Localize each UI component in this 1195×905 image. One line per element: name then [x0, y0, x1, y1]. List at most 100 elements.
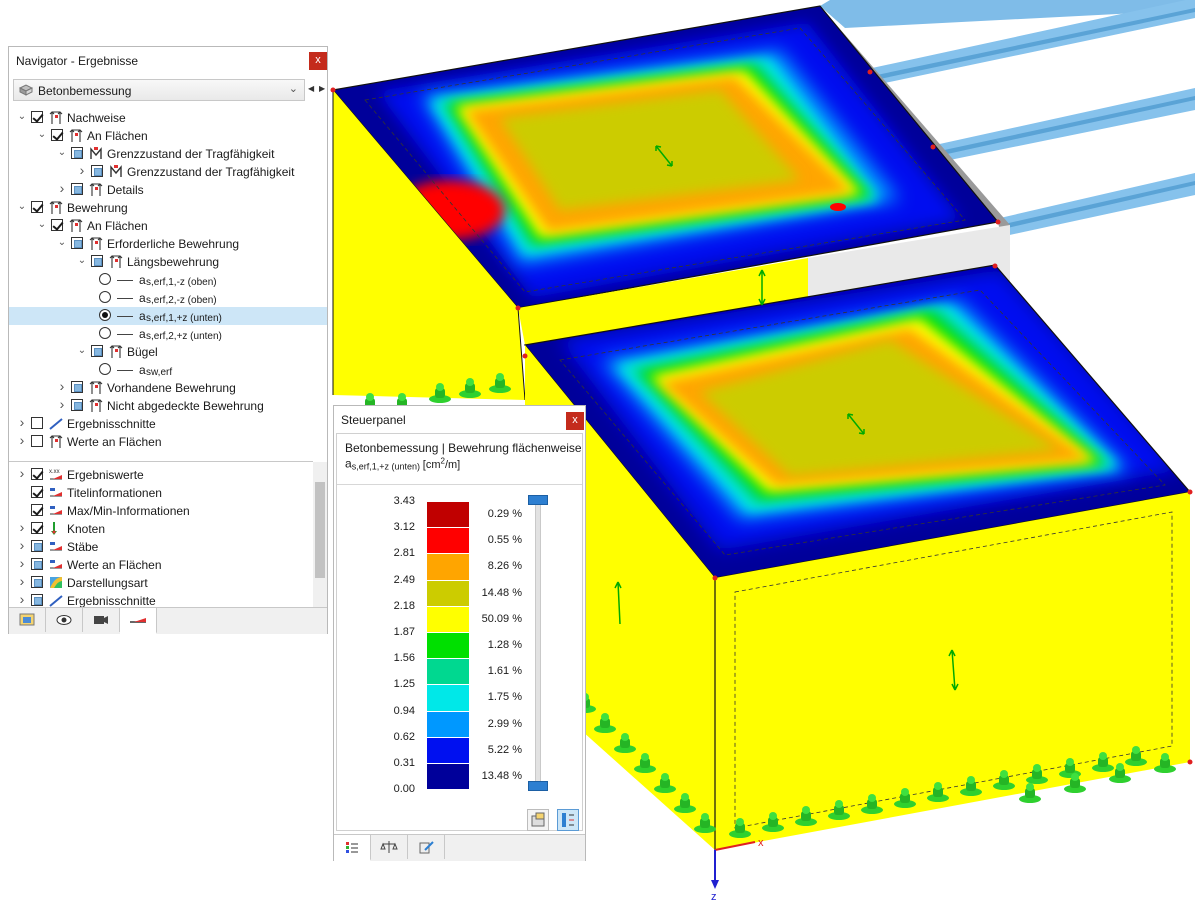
tree-item[interactable]: ⌄ Nachweise: [9, 109, 327, 127]
expand-right-icon[interactable]: ›: [17, 573, 27, 589]
expand-right-icon[interactable]: ›: [57, 396, 67, 412]
tree-checkbox[interactable]: [51, 129, 63, 141]
tree-checkbox[interactable]: [31, 576, 43, 588]
tree-checkbox[interactable]: [51, 219, 63, 231]
expand-right-icon[interactable]: ›: [17, 537, 27, 553]
tree-item[interactable]: ⌄ Erforderliche Bewehrung: [9, 235, 327, 253]
tree-checkbox[interactable]: [31, 540, 43, 552]
tree-checkbox[interactable]: [31, 558, 43, 570]
legend-slider-min-handle[interactable]: [528, 781, 548, 791]
tree-checkbox[interactable]: [71, 381, 83, 393]
expand-down-icon[interactable]: ⌄: [77, 345, 87, 356]
expand-down-icon[interactable]: ⌄: [37, 129, 47, 140]
tree-item[interactable]: › Vorhandene Bewehrung: [9, 378, 327, 397]
tree-item[interactable]: › x.xx Ergebniswerte: [9, 465, 313, 484]
legend-percent: 14.48 %: [481, 586, 522, 599]
tree-item[interactable]: › Stäbe: [9, 537, 313, 556]
expand-down-icon[interactable]: ⌄: [57, 237, 67, 248]
tree-checkbox[interactable]: [91, 165, 103, 177]
expand-right-icon[interactable]: ›: [57, 180, 67, 196]
legend-slider-max-handle[interactable]: [528, 495, 548, 505]
line-style-icon: [117, 316, 133, 317]
tree-checkbox[interactable]: [71, 183, 83, 195]
result-radio[interactable]: [99, 327, 111, 339]
tree-checkbox[interactable]: [31, 594, 43, 606]
tree-item[interactable]: › Werte an Flächen: [9, 555, 313, 574]
tree-item[interactable]: ⌄ An Flächen: [9, 217, 327, 235]
result-icon: [109, 255, 123, 268]
expand-right-icon[interactable]: ›: [17, 591, 27, 607]
tab-camera[interactable]: [83, 608, 120, 632]
tab-view[interactable]: [46, 608, 83, 632]
result-icon: [49, 111, 63, 124]
expand-right-icon[interactable]: ›: [77, 162, 87, 178]
expand-down-icon[interactable]: ⌄: [57, 147, 67, 158]
tree-item[interactable]: a s,erf,1,+z (unten): [9, 307, 327, 325]
expand-down-icon[interactable]: ⌄: [17, 111, 27, 122]
tree-checkbox[interactable]: [91, 255, 103, 267]
tree-item[interactable]: › Darstellungsart: [9, 573, 313, 592]
tree-checkbox[interactable]: [31, 468, 43, 480]
display-tree-scrollbar[interactable]: [313, 462, 327, 607]
tree-item[interactable]: Max/Min-Informationen: [9, 502, 313, 520]
tree-checkbox[interactable]: [31, 111, 43, 123]
expand-right-icon[interactable]: ›: [17, 519, 27, 535]
result-radio[interactable]: [99, 273, 111, 285]
tab-results[interactable]: [120, 608, 157, 634]
tree-item[interactable]: ⌄ Bewehrung: [9, 199, 327, 217]
tree-item[interactable]: › Ergebnisschnitte: [9, 414, 327, 433]
tree-item[interactable]: › Knoten: [9, 519, 313, 538]
tree-item-label: Max/Min-Informationen: [67, 504, 190, 518]
tree-checkbox[interactable]: [31, 417, 43, 429]
tree-checkbox[interactable]: [31, 435, 43, 447]
tab-data[interactable]: [9, 608, 46, 632]
tree-checkbox[interactable]: [71, 147, 83, 159]
tree-item[interactable]: ⌄ Längsbewehrung: [9, 253, 327, 271]
prev-arrow-icon[interactable]: ◀: [308, 84, 314, 93]
tree-item[interactable]: › Werte an Flächen: [9, 432, 327, 451]
tree-item[interactable]: a s,erf,2,+z (unten): [9, 325, 327, 343]
expand-right-icon[interactable]: ›: [17, 414, 27, 430]
tree-item[interactable]: › Grenzzustand der Tragfähigkeit: [9, 162, 327, 181]
tree-checkbox[interactable]: [31, 504, 43, 516]
expand-down-icon[interactable]: ⌄: [77, 255, 87, 266]
tree-item[interactable]: › Nicht abgedeckte Bewehrung: [9, 396, 327, 415]
tree-item[interactable]: ⌄ Bügel: [9, 343, 327, 361]
tree-checkbox[interactable]: [91, 345, 103, 357]
tree-item[interactable]: › Ergebnisschnitte: [9, 591, 313, 608]
tree-item[interactable]: Titelinformationen: [9, 484, 313, 502]
tab-color-scale[interactable]: [334, 835, 371, 861]
legend-slider-track[interactable]: [535, 497, 541, 789]
control-panel-close-button[interactable]: x: [566, 412, 584, 430]
expand-down-icon[interactable]: ⌄: [37, 219, 47, 230]
tree-checkbox[interactable]: [31, 522, 43, 534]
module-select[interactable]: Betonbemessung ⌄: [13, 79, 305, 101]
scrollbar-thumb[interactable]: [315, 482, 325, 578]
tree-item[interactable]: a s,erf,2,-z (oben): [9, 289, 327, 307]
result-radio[interactable]: [99, 291, 111, 303]
tree-item[interactable]: ⌄ An Flächen: [9, 127, 327, 145]
tree-item[interactable]: a sw,erf: [9, 361, 327, 379]
next-arrow-icon[interactable]: ▶: [319, 84, 325, 93]
expand-right-icon[interactable]: ›: [17, 432, 27, 448]
navigator-close-button[interactable]: x: [309, 52, 327, 70]
tree-item[interactable]: › Details: [9, 180, 327, 199]
result-radio[interactable]: [99, 363, 111, 375]
expand-right-icon[interactable]: ›: [17, 555, 27, 571]
tree-item[interactable]: ⌄ Grenzzustand der Tragfähigkeit: [9, 145, 327, 163]
tab-balance[interactable]: [371, 835, 408, 859]
tree-checkbox[interactable]: [31, 486, 43, 498]
expand-right-icon[interactable]: ›: [57, 378, 67, 394]
legend-settings-button[interactable]: [527, 809, 549, 831]
result-icon: [49, 201, 63, 214]
tree-checkbox[interactable]: [71, 237, 83, 249]
tree-item[interactable]: a s,erf,1,-z (oben): [9, 271, 327, 289]
tree-checkbox[interactable]: [31, 201, 43, 213]
tree-checkbox[interactable]: [71, 399, 83, 411]
expand-right-icon[interactable]: ›: [17, 465, 27, 481]
legend-percent: 0.55 %: [487, 534, 522, 547]
legend-scale-button[interactable]: [557, 809, 579, 831]
result-radio[interactable]: [99, 309, 111, 321]
expand-down-icon[interactable]: ⌄: [17, 201, 27, 212]
tab-edit[interactable]: [408, 835, 445, 859]
